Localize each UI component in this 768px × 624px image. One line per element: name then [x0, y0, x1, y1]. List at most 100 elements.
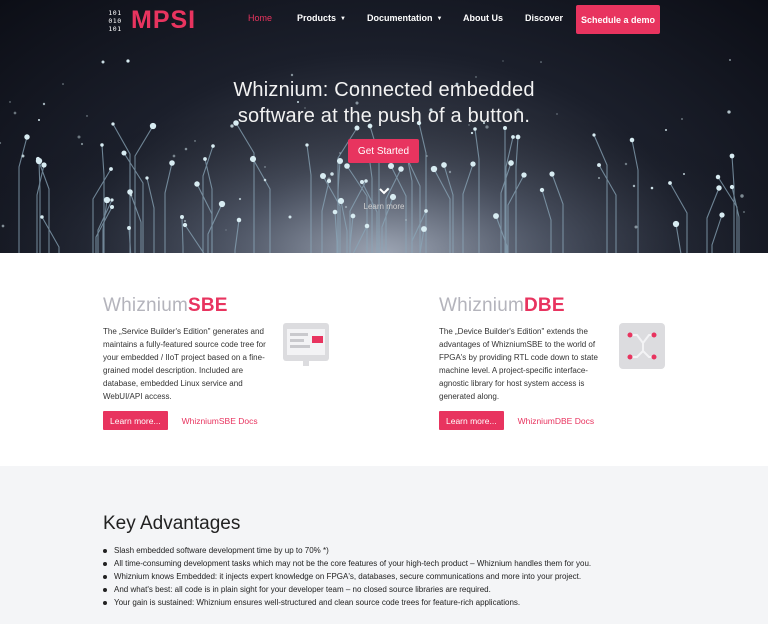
circuit-node	[508, 160, 514, 166]
light-particle	[238, 197, 242, 201]
circuit-node	[41, 162, 47, 168]
light-particle	[172, 154, 176, 158]
circuit-node	[203, 157, 207, 161]
circuit-node	[398, 166, 404, 172]
circuit-node	[719, 212, 725, 218]
sbe-docs-link[interactable]: WhizniumSBE Docs	[182, 416, 258, 426]
light-particle	[540, 61, 542, 63]
circuit-node	[180, 215, 184, 219]
circuit-node	[597, 163, 601, 167]
light-particle	[288, 215, 292, 219]
circuit-node	[539, 187, 545, 193]
advantage-item: Whiznium knows Embedded: it injects expe…	[103, 570, 591, 583]
get-started-button[interactable]: Get Started	[348, 139, 419, 163]
circuit-node	[236, 217, 242, 223]
circuit-node	[521, 172, 527, 178]
circuit-node	[364, 179, 368, 183]
logo-binary-icon: 101 010 101	[108, 8, 122, 33]
light-particle	[225, 229, 227, 231]
nav-home[interactable]: Home	[248, 13, 272, 23]
circuit-node	[100, 143, 104, 147]
circuit-node	[169, 160, 175, 166]
circuit-node	[729, 153, 735, 159]
advantage-item: Your gain is sustained: Whiznium ensures…	[103, 596, 591, 609]
light-particle	[502, 60, 504, 62]
circuit-node	[430, 165, 438, 173]
light-particle	[598, 177, 600, 179]
light-particle	[1, 224, 5, 228]
circuit-node	[127, 226, 131, 230]
dbe-learn-more-button[interactable]: Learn more...	[439, 411, 504, 430]
schedule-demo-button[interactable]: Schedule a demo	[576, 5, 660, 34]
circuit-node	[360, 180, 364, 184]
caret-down-icon: ▼	[436, 15, 443, 22]
nav-documentation[interactable]: Documentation ▼	[367, 13, 442, 23]
advantage-item: Slash embedded software development time…	[103, 544, 591, 557]
light-particle	[405, 219, 407, 221]
light-particle	[740, 194, 744, 198]
hero-section: 101 010 101 MPSI Home Products ▼ Document…	[0, 0, 768, 253]
light-particle	[184, 147, 188, 151]
hero-title-line1: Whiznium: Connected embedded	[233, 79, 535, 101]
nav-documentation-label: Documentation	[367, 13, 433, 23]
circuit-node	[194, 181, 200, 187]
circuit-node	[249, 155, 257, 163]
light-particle	[129, 193, 133, 197]
light-particle	[80, 142, 84, 146]
light-particle	[290, 73, 294, 77]
circuit-node	[549, 171, 555, 177]
circuit-node	[470, 161, 476, 167]
circuit-node	[182, 222, 188, 228]
light-particle	[194, 140, 196, 142]
circuit-node	[729, 184, 735, 190]
circuit-node	[127, 189, 133, 195]
circuit-node	[672, 220, 680, 228]
circuit-node	[35, 157, 43, 165]
product-dbe-description: The „Device Builder's Edition" extends t…	[439, 327, 598, 401]
circuit-chip-icon	[619, 323, 665, 369]
product-sbe-actions: Learn more... WhizniumSBE Docs	[103, 411, 363, 430]
circuit-node	[629, 137, 635, 143]
circuit-node	[24, 134, 30, 140]
circuit-node	[592, 133, 596, 137]
light-particle	[77, 135, 81, 139]
nav-about[interactable]: About Us	[463, 13, 503, 23]
circuit-node	[364, 223, 370, 229]
circuit-node	[389, 193, 397, 201]
product-sbe-description: The „Service Builder's Edition" generate…	[103, 327, 266, 401]
product-title-suffix: SBE	[188, 295, 228, 316]
light-particle	[21, 154, 25, 158]
advantage-item: And what's best: all code is in plain si…	[103, 583, 591, 596]
light-particle	[470, 131, 474, 135]
sbe-learn-more-button[interactable]: Learn more...	[103, 411, 168, 430]
circuit-node	[716, 185, 722, 191]
product-title-suffix: DBE	[524, 295, 565, 316]
hero-title-line2: software at the push of a button.	[237, 105, 531, 127]
advantage-item: All time-consuming development tasks whi…	[103, 557, 591, 570]
circuit-node	[441, 162, 447, 168]
browser-window-icon	[283, 323, 329, 366]
circuit-node	[421, 226, 427, 232]
light-particle	[184, 220, 186, 222]
dbe-docs-link[interactable]: WhizniumDBE Docs	[518, 416, 595, 426]
product-sbe-title: WhizniumSBE	[103, 295, 363, 317]
product-dbe-title: WhizniumDBE	[439, 295, 699, 317]
light-particle	[330, 172, 334, 176]
light-particle	[682, 172, 686, 176]
nav-products[interactable]: Products ▼	[297, 13, 346, 23]
learn-more-link[interactable]: Learn more	[0, 202, 768, 211]
chevron-down-icon[interactable]	[378, 186, 390, 196]
circuit-node	[715, 174, 721, 180]
light-particle	[634, 225, 638, 229]
products-section: WhizniumSBE The „Service Builder's Editi…	[0, 253, 768, 466]
nav-discover[interactable]: Discover	[525, 13, 563, 23]
circuit-node	[305, 143, 309, 147]
mpsi-logo[interactable]: 101 010 101 MPSI	[103, 6, 196, 35]
circuit-node	[109, 167, 113, 171]
light-particle	[650, 186, 654, 190]
light-particle	[263, 178, 267, 182]
light-particle	[339, 152, 341, 154]
light-particle	[729, 59, 731, 61]
circuit-node	[350, 213, 356, 219]
light-particle	[448, 170, 452, 174]
